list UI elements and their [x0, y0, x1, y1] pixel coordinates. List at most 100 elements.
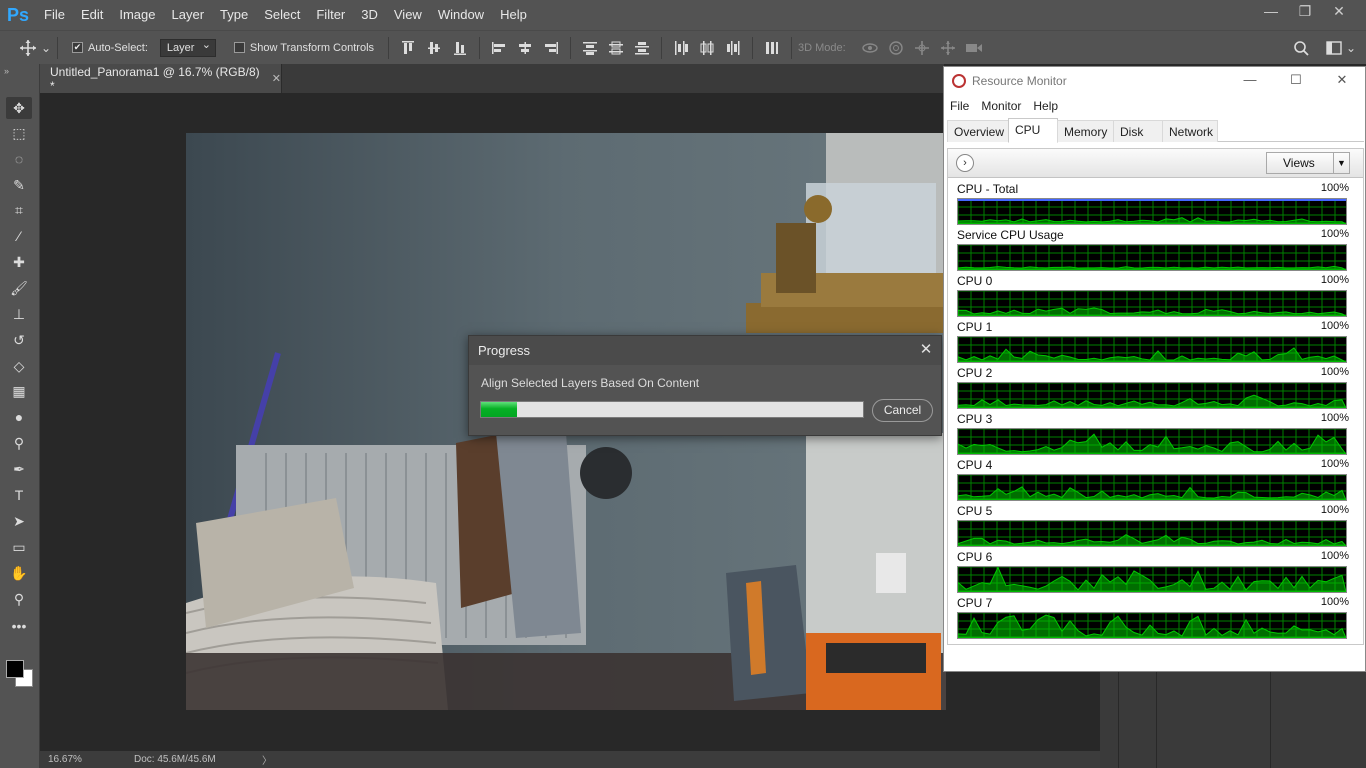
cancel-button[interactable]: Cancel	[872, 399, 933, 422]
3d-slide-icon[interactable]	[938, 38, 958, 58]
align-right-icon[interactable]	[541, 38, 561, 58]
crop-tool-icon[interactable]: ⌗	[6, 199, 32, 221]
menu-select[interactable]: Select	[256, 0, 308, 30]
menu-edit[interactable]: Edit	[73, 0, 111, 30]
3d-orbit-icon[interactable]	[860, 38, 880, 58]
auto-align-icon[interactable]	[762, 38, 782, 58]
align-top-icon[interactable]	[398, 38, 418, 58]
menu-layer[interactable]: Layer	[164, 0, 213, 30]
align-hcenter-icon[interactable]	[515, 38, 535, 58]
cpu-graph-max: 100%	[1320, 504, 1349, 516]
cpu-graph-max: 100%	[1320, 274, 1349, 286]
cpu-graph-max: 100%	[1320, 320, 1349, 332]
gradient-tool-icon[interactable]: ▦	[6, 380, 32, 402]
rm-minimize-button[interactable]: —	[1227, 67, 1273, 93]
blur-tool-icon[interactable]: ●	[6, 406, 32, 428]
more-tools-icon[interactable]: •••	[6, 615, 32, 637]
auto-select-checkbox[interactable]: ✔	[72, 42, 83, 53]
cpu-graph-max: 100%	[1320, 412, 1349, 424]
menu-help[interactable]: Help	[492, 0, 535, 30]
shape-tool-icon[interactable]: ▭	[6, 536, 32, 558]
document-tab[interactable]: Untitled_Panorama1 @ 16.7% (RGB/8) * ✕	[40, 64, 282, 93]
rm-menu-monitor[interactable]: Monitor	[981, 99, 1021, 113]
pen-tool-icon[interactable]: ✒	[6, 458, 32, 480]
tab-disk[interactable]: Disk	[1113, 120, 1163, 142]
stamp-tool-icon[interactable]: ⊥	[6, 303, 32, 325]
cpu-graph-label: CPU 5	[957, 504, 993, 518]
eyedropper-tool-icon[interactable]: ⁄	[6, 225, 32, 247]
type-tool-icon[interactable]: T	[6, 484, 32, 506]
rm-menu-help[interactable]: Help	[1033, 99, 1058, 113]
cpu-graph-label: CPU 3	[957, 412, 993, 426]
tab-cpu[interactable]: CPU	[1008, 118, 1058, 143]
menu-type[interactable]: Type	[212, 0, 256, 30]
document-tab-close-icon[interactable]: ✕	[272, 72, 281, 85]
color-swatches[interactable]	[5, 659, 35, 689]
path-select-tool-icon[interactable]: ➤	[6, 510, 32, 532]
views-dropdown-icon[interactable]: ▼	[1333, 153, 1349, 173]
window-controls: — ❐ ✕	[1254, 0, 1356, 24]
panel-collapse-icon[interactable]: »	[4, 66, 9, 76]
workspace-dropdown-icon[interactable]: ⌄	[1345, 38, 1357, 58]
history-brush-tool-icon[interactable]: ↺	[6, 329, 32, 351]
distribute-right-icon[interactable]	[723, 38, 743, 58]
cpu-graph-max: 100%	[1320, 228, 1349, 240]
menu-image[interactable]: Image	[111, 0, 163, 30]
lasso-tool-icon[interactable]: ◌	[6, 148, 32, 170]
dodge-tool-icon[interactable]: ⚲	[6, 432, 32, 454]
document-size: Doc: 45.6M/45.6M	[134, 754, 216, 765]
3d-pan-icon[interactable]	[912, 38, 932, 58]
marquee-tool-icon[interactable]: ⬚	[6, 122, 32, 144]
status-menu-arrow-icon[interactable]: 〉	[262, 752, 272, 767]
brush-tool-icon[interactable]: 🖌	[6, 277, 32, 299]
zoom-tool-icon[interactable]: ⚲	[6, 588, 32, 610]
search-icon[interactable]	[1291, 38, 1311, 58]
distribute-left-icon[interactable]	[671, 38, 691, 58]
rm-maximize-button[interactable]: ☐	[1273, 67, 1319, 93]
distribute-hcenter-icon[interactable]	[697, 38, 717, 58]
move-tool-icon[interactable]: ✥	[6, 97, 32, 119]
zoom-level[interactable]: 16.67%	[40, 754, 120, 765]
menu-3d[interactable]: 3D	[353, 0, 386, 30]
tab-overview[interactable]: Overview	[947, 120, 1012, 142]
tab-network[interactable]: Network	[1162, 120, 1218, 142]
close-button[interactable]: ✕	[1322, 0, 1356, 24]
separator	[661, 36, 663, 59]
auto-select-target-select[interactable]: Layer	[159, 37, 216, 57]
align-left-icon[interactable]	[489, 38, 509, 58]
foreground-color-swatch[interactable]	[6, 660, 24, 678]
3d-scale-icon[interactable]	[964, 38, 984, 58]
views-button[interactable]: Views ▼	[1266, 152, 1350, 174]
workspace-switcher-icon[interactable]	[1325, 38, 1345, 58]
progress-message: Align Selected Layers Based On Content	[481, 376, 700, 390]
align-bottom-icon[interactable]	[450, 38, 470, 58]
menu-view[interactable]: View	[386, 0, 430, 30]
quick-select-tool-icon[interactable]: ✎	[6, 174, 32, 196]
rm-menu-file[interactable]: File	[950, 99, 969, 113]
expand-chevron-icon[interactable]: ›	[956, 154, 974, 172]
eraser-tool-icon[interactable]: ◇	[6, 355, 32, 377]
progress-dialog-titlebar: Progress	[469, 336, 941, 365]
preset-dropdown-icon[interactable]: ⌄	[41, 38, 51, 58]
menu-window[interactable]: Window	[430, 0, 492, 30]
menu-file[interactable]: File	[36, 0, 73, 30]
3d-roll-icon[interactable]	[886, 38, 906, 58]
progress-close-icon[interactable]: ✕	[917, 341, 935, 359]
distribute-top-icon[interactable]	[580, 38, 600, 58]
hand-tool-icon[interactable]: ✋	[6, 562, 32, 584]
distribute-vcenter-icon[interactable]	[606, 38, 626, 58]
show-transform-checkbox[interactable]	[233, 42, 245, 53]
cpu-graphs-pane: › Views ▼ CPU - Total 100% Service CPU Usa…	[947, 148, 1364, 645]
distribute-bottom-icon[interactable]	[632, 38, 652, 58]
cpu-graph-plot	[957, 474, 1347, 501]
align-vcenter-icon[interactable]	[424, 38, 444, 58]
rm-close-button[interactable]: ✕	[1319, 67, 1365, 93]
resource-monitor-window-controls: — ☐ ✕	[1227, 67, 1365, 93]
move-tool-preset-icon[interactable]	[18, 38, 38, 58]
minimize-button[interactable]: —	[1254, 0, 1288, 24]
tab-memory[interactable]: Memory	[1057, 120, 1114, 142]
restore-button[interactable]: ❐	[1288, 0, 1322, 24]
menu-filter[interactable]: Filter	[308, 0, 353, 30]
cpu-graph-label: Service CPU Usage	[957, 228, 1064, 242]
healing-brush-tool-icon[interactable]: ✚	[6, 251, 32, 273]
